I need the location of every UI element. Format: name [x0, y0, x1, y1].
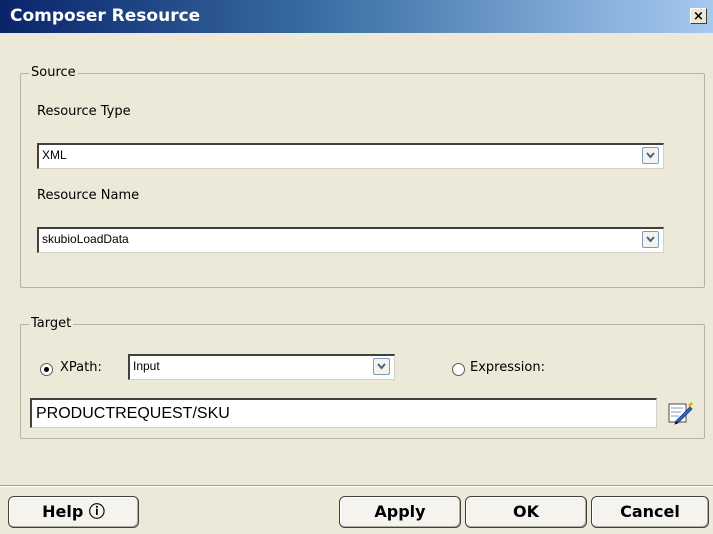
chevron-down-icon — [646, 236, 655, 243]
apply-button[interactable]: Apply — [339, 496, 461, 528]
resource-type-value: XML — [42, 148, 67, 162]
resource-name-value: skubioLoadData — [42, 232, 129, 246]
resource-type-dropdown-button[interactable] — [642, 147, 659, 164]
xpath-label: XPath: — [60, 360, 102, 375]
resource-name-label: Resource Name — [37, 188, 140, 203]
help-button-label: Help ⓘ — [42, 502, 105, 521]
resource-name-dropdown-button[interactable] — [642, 231, 659, 248]
cancel-button[interactable]: Cancel — [591, 496, 709, 528]
close-icon: × — [693, 9, 704, 24]
chevron-down-icon — [646, 152, 655, 159]
ok-button[interactable]: OK — [465, 496, 587, 528]
window-title: Composer Resource — [10, 6, 201, 26]
ok-button-label: OK — [513, 502, 539, 521]
xpath-radio[interactable] — [40, 363, 53, 376]
apply-button-label: Apply — [374, 502, 426, 521]
help-button[interactable]: Help ⓘ — [8, 496, 139, 528]
chevron-down-icon — [377, 363, 386, 370]
resource-name-select[interactable]: skubioLoadData — [37, 227, 664, 253]
xpath-value: Input — [133, 359, 160, 373]
xpath-select[interactable]: Input — [128, 354, 395, 380]
edit-expression-button[interactable] — [667, 400, 693, 426]
edit-pencil-icon — [668, 402, 693, 425]
cancel-button-label: Cancel — [620, 502, 680, 521]
xpath-input-value: PRODUCTREQUEST/SKU — [36, 405, 230, 422]
title-bar: Composer Resource × — [0, 0, 713, 33]
expression-radio[interactable] — [452, 363, 465, 376]
xpath-input[interactable]: PRODUCTREQUEST/SKU — [30, 398, 657, 428]
expression-label: Expression: — [470, 360, 545, 375]
button-separator — [0, 485, 713, 487]
close-button[interactable]: × — [690, 8, 707, 24]
resource-type-select[interactable]: XML — [37, 143, 664, 169]
target-legend: Target — [29, 316, 74, 331]
source-legend: Source — [29, 65, 78, 80]
resource-type-label: Resource Type — [37, 104, 131, 119]
xpath-dropdown-button[interactable] — [373, 358, 390, 375]
